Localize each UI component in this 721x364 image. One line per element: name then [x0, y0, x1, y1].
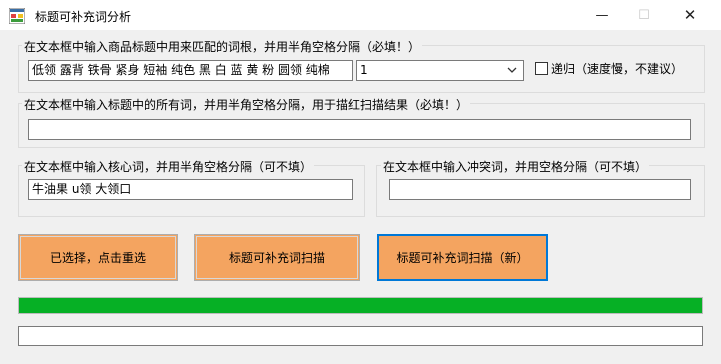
- window-title: 标题可补充词分析: [35, 10, 132, 24]
- progress-bar-fill: [19, 298, 702, 313]
- recursive-checkbox-label[interactable]: 递归（速度慢，不建议）: [551, 60, 683, 77]
- scan-new-button[interactable]: 标题可补充词扫描（新）: [377, 234, 548, 281]
- title-bar: 标题可补充词分析 — ☐ ✕: [0, 0, 721, 30]
- core-words-input[interactable]: 牛油果 u领 大领口: [28, 179, 353, 200]
- chevron-down-icon: [507, 67, 517, 73]
- status-output[interactable]: [18, 326, 703, 346]
- scan-button[interactable]: 标题可补充词扫描: [194, 234, 360, 281]
- core-words-group-label: 在文本框中输入核心词，并用半角空格分隔（可不填）: [22, 158, 315, 175]
- app-icon: [9, 8, 25, 24]
- maximize-button[interactable]: ☐: [621, 0, 667, 30]
- roots-group-label: 在文本框中输入商品标题中用来匹配的词根，并用半角空格分隔（必填！）: [22, 38, 423, 55]
- recursion-depth-select[interactable]: 1: [356, 60, 524, 81]
- all-words-group-label: 在文本框中输入标题中的所有词，并用半角空格分隔，用于描红扫描结果（必填！）: [22, 96, 471, 113]
- reselect-button[interactable]: 已选择，点击重选: [18, 234, 178, 281]
- roots-input[interactable]: 低领 露背 铁骨 紧身 短袖 纯色 黑 白 蓝 黄 粉 圆领 纯棉: [28, 60, 353, 81]
- all-words-input[interactable]: [28, 119, 691, 140]
- recursion-depth-value: 1: [360, 63, 368, 77]
- close-button[interactable]: ✕: [667, 0, 713, 30]
- conflict-words-group-label: 在文本框中输入冲突词，并用空格分隔（可不填）: [381, 158, 650, 175]
- recursive-checkbox[interactable]: [535, 62, 548, 75]
- conflict-words-input[interactable]: [389, 179, 691, 200]
- minimize-button[interactable]: —: [579, 0, 625, 30]
- progress-bar: [18, 297, 703, 314]
